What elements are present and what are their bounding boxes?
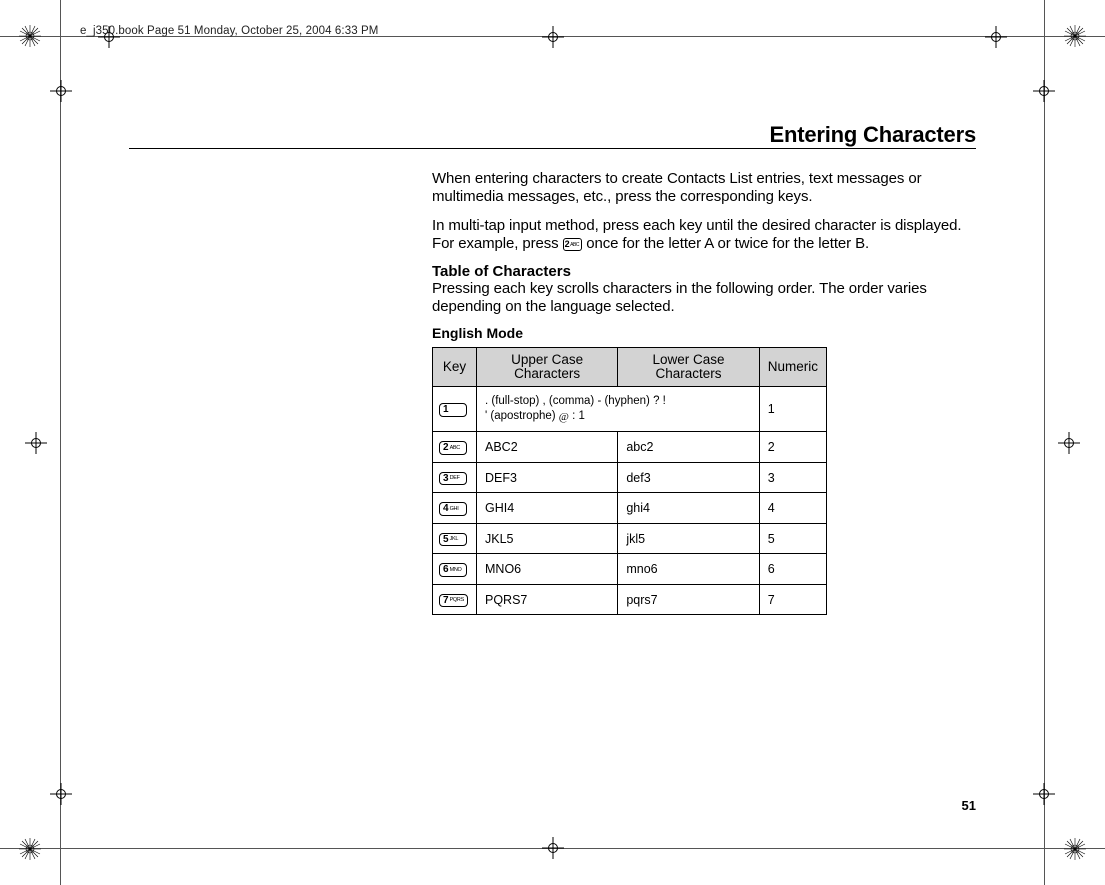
english-mode-heading: English Mode [432, 325, 976, 341]
keycap-icon: 6MNO [439, 563, 467, 577]
crosshair-icon [50, 80, 72, 102]
cell-upper: PQRS7 [477, 584, 618, 615]
cell-upper: DEF3 [477, 462, 618, 493]
page-number: 51 [962, 798, 976, 813]
table-row: 2ABC ABC2 abc2 2 [433, 432, 827, 463]
cell-numeric: 7 [759, 584, 826, 615]
cell-lower: ghi4 [618, 493, 759, 524]
registration-mark-icon [1063, 24, 1087, 48]
title-rule [129, 148, 976, 149]
header-key: Key [433, 347, 477, 386]
cell-numeric: 1 [759, 387, 826, 432]
crosshair-icon [1033, 80, 1055, 102]
cell-row1-span: . (full-stop) , (comma) - (hyphen) ? !' … [477, 387, 760, 432]
keycap-icon: 2ABC [439, 441, 467, 455]
keycap-inline-icon: 2ABC [563, 238, 583, 251]
running-header: e_j350.book Page 51 Monday, October 25, … [80, 25, 378, 37]
cell-numeric: 5 [759, 523, 826, 554]
table-row: 6MNO MNO6 mno6 6 [433, 554, 827, 585]
content-area: Entering Characters When entering charac… [129, 110, 976, 775]
crosshair-icon [50, 783, 72, 805]
cell-lower: jkl5 [618, 523, 759, 554]
crop-line-left [60, 0, 61, 885]
cell-upper: JKL5 [477, 523, 618, 554]
intro-paragraph-1: When entering characters to create Conta… [432, 170, 976, 207]
cell-numeric: 2 [759, 432, 826, 463]
header-lower: Lower Case Characters [618, 347, 759, 386]
cell-lower: def3 [618, 462, 759, 493]
cell-key: 4GHI [433, 493, 477, 524]
cell-numeric: 4 [759, 493, 826, 524]
registration-mark-icon [18, 837, 42, 861]
crop-line-right [1044, 0, 1045, 885]
body-column: When entering characters to create Conta… [432, 170, 976, 615]
crosshair-icon [1058, 432, 1080, 454]
table-row: 4GHI GHI4 ghi4 4 [433, 493, 827, 524]
page-title: Entering Characters [770, 122, 977, 148]
cell-numeric: 3 [759, 462, 826, 493]
table-row: 7PQRS PQRS7 pqrs7 7 [433, 584, 827, 615]
intro-paragraph-2: In multi-tap input method, press each ke… [432, 217, 976, 254]
cell-numeric: 6 [759, 554, 826, 585]
table-row: 1 . (full-stop) , (comma) - (hyphen) ? !… [433, 387, 827, 432]
crosshair-icon [542, 26, 564, 48]
header-upper: Upper Case Characters [477, 347, 618, 386]
cell-key: 3DEF [433, 462, 477, 493]
keycap-icon: 4GHI [439, 502, 467, 516]
registration-mark-icon [1063, 837, 1087, 861]
cell-upper: MNO6 [477, 554, 618, 585]
crosshair-icon [542, 837, 564, 859]
cell-upper: GHI4 [477, 493, 618, 524]
cell-key: 7PQRS [433, 584, 477, 615]
cell-key: 5JKL [433, 523, 477, 554]
registration-mark-icon [18, 24, 42, 48]
para2-text-b: once for the letter A or twice for the l… [586, 235, 869, 252]
cell-key: 2ABC [433, 432, 477, 463]
keycap-icon: 3DEF [439, 472, 467, 486]
cell-lower: abc2 [618, 432, 759, 463]
table-of-characters-note: Pressing each key scrolls characters in … [432, 280, 976, 317]
table-row: 3DEF DEF3 def3 3 [433, 462, 827, 493]
keycap-icon: 7PQRS [439, 594, 468, 608]
table-row: 5JKL JKL5 jkl5 5 [433, 523, 827, 554]
cell-lower: mno6 [618, 554, 759, 585]
crosshair-icon [1033, 783, 1055, 805]
cell-lower: pqrs7 [618, 584, 759, 615]
table-header-row: Key Upper Case Characters Lower Case Cha… [433, 347, 827, 386]
keycap-icon: 1 [439, 403, 467, 417]
characters-table: Key Upper Case Characters Lower Case Cha… [432, 347, 827, 615]
cell-upper: ABC2 [477, 432, 618, 463]
keycap-icon: 5JKL [439, 533, 467, 547]
cell-key: 6MNO [433, 554, 477, 585]
table-of-characters-heading: Table of Characters [432, 263, 976, 280]
crosshair-icon [25, 432, 47, 454]
crosshair-icon [985, 26, 1007, 48]
cell-key: 1 [433, 387, 477, 432]
header-numeric: Numeric [759, 347, 826, 386]
